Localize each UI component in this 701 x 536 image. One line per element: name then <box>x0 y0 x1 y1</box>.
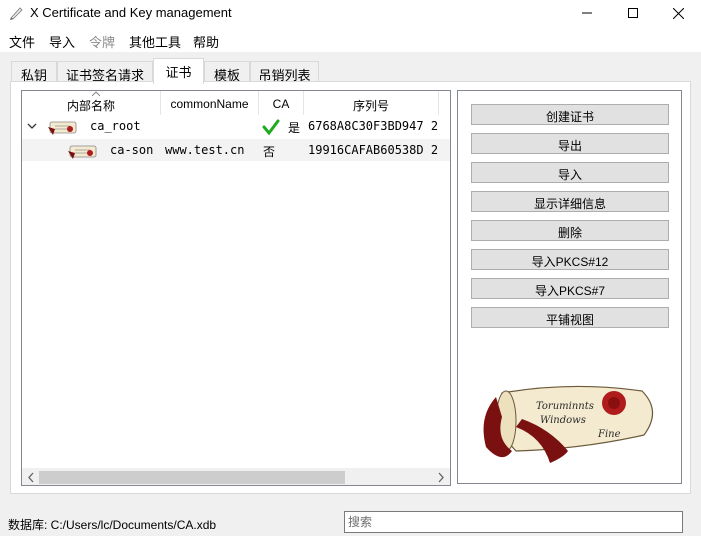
tab-templates[interactable]: 模板 <box>204 61 250 83</box>
scroll-left-icon[interactable] <box>26 472 36 483</box>
menu-file[interactable]: 文件 <box>9 32 35 51</box>
certificate-scroll-logo: Toruminnts Windows Fine <box>483 385 654 463</box>
column-header-serial[interactable]: 序列号 <box>304 91 439 115</box>
close-icon <box>672 7 684 19</box>
column-label: 内部名称 <box>66 99 115 113</box>
internal-name: ca-son <box>110 143 154 157</box>
common-name: www.test.cn <box>165 143 245 157</box>
import-button[interactable]: 导入 <box>471 162 669 183</box>
export-button[interactable]: 导出 <box>471 133 669 154</box>
menu-extra-tools[interactable]: 其他工具 <box>129 32 181 51</box>
tree-row[interactable]: ca_root 是 6768A8C30F3BD947 2 <box>22 115 450 137</box>
new-certificate-button[interactable]: 创建证书 <box>471 104 669 125</box>
menu-token[interactable]: 令牌 <box>89 32 115 51</box>
menu-help[interactable]: 帮助 <box>193 32 219 51</box>
maximize-icon <box>628 8 638 18</box>
ca-flag: 是 <box>288 121 301 135</box>
show-details-button[interactable]: 显示详细信息 <box>471 191 669 212</box>
tab-csr[interactable]: 证书签名请求 <box>57 61 153 83</box>
close-button[interactable] <box>655 0 701 26</box>
serial-number: 6768A8C30F3BD947 2 <box>308 119 439 133</box>
menu-import[interactable]: 导入 <box>49 32 75 51</box>
scroll-right-icon[interactable] <box>436 472 446 483</box>
column-label: CA <box>272 97 290 111</box>
certificate-tree[interactable]: 内部名称 commonName CA 序列号 ca_root 是 6768A8C… <box>21 90 451 486</box>
tree-row[interactable]: ca-son www.test.cn 否 19916CAFAB60538D 2 <box>22 139 450 161</box>
actions-box: 创建证书 导出 导入 显示详细信息 删除 导入PKCS#12 导入PKCS#7 … <box>457 90 682 484</box>
window-title: X Certificate and Key management <box>30 5 232 20</box>
search-input[interactable] <box>344 511 683 533</box>
certificate-scroll-icon <box>68 145 97 159</box>
logo-text-line3: Fine <box>597 429 621 440</box>
tab-strip: 私钥 证书签名请求 证书 模板 吊销列表 <box>0 52 701 84</box>
plain-view-button[interactable]: 平铺视图 <box>471 307 669 328</box>
horizontal-scrollbar[interactable] <box>22 468 450 485</box>
sort-ascending-icon <box>92 91 100 96</box>
title-bar: X Certificate and Key management <box>0 0 701 26</box>
import-pkcs12-button[interactable]: 导入PKCS#12 <box>471 249 669 270</box>
column-label: 序列号 <box>352 99 389 113</box>
serial-number: 19916CAFAB60538D 2 <box>308 143 439 157</box>
certificates-panel: 内部名称 commonName CA 序列号 ca_root 是 6768A8C… <box>10 81 691 494</box>
minimize-icon <box>582 12 592 14</box>
maximize-button[interactable] <box>610 0 656 26</box>
column-header-common-name[interactable]: commonName <box>161 91 259 115</box>
status-bar: 数据库: C:/Users/lc/Documents/CA.xdb <box>0 504 701 536</box>
app-pen-icon <box>10 7 23 20</box>
tab-certificates[interactable]: 证书 <box>153 58 204 84</box>
chevron-down-icon[interactable] <box>27 121 37 131</box>
scrollbar-thumb[interactable] <box>39 471 345 484</box>
logo-text-line1: Toruminnts <box>536 401 594 412</box>
delete-button[interactable]: 删除 <box>471 220 669 241</box>
menu-bar: 文件 导入 令牌 其他工具 帮助 <box>0 26 701 52</box>
ca-flag: 否 <box>263 145 276 159</box>
column-label: commonName <box>170 97 249 111</box>
certificate-scroll-icon <box>48 121 77 135</box>
logo-text-line2: Windows <box>540 415 586 426</box>
column-header-ca[interactable]: CA <box>259 91 304 115</box>
tab-revocation-lists[interactable]: 吊销列表 <box>250 61 319 83</box>
tab-private-keys[interactable]: 私钥 <box>11 61 57 83</box>
minimize-button[interactable] <box>564 0 610 26</box>
internal-name: ca_root <box>90 119 141 133</box>
database-path: 数据库: C:/Users/lc/Documents/CA.xdb <box>8 518 217 532</box>
column-header-internal-name[interactable]: 内部名称 <box>22 91 161 115</box>
import-pkcs7-button[interactable]: 导入PKCS#7 <box>471 278 669 299</box>
check-icon <box>262 119 280 136</box>
